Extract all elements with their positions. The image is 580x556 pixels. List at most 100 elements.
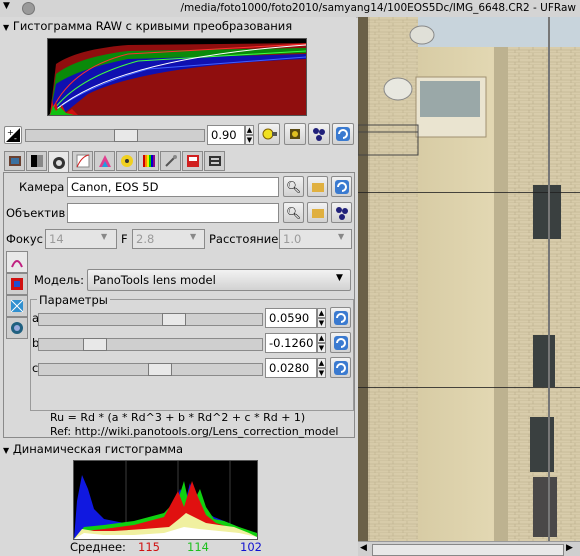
focus-label: Фокус (6, 232, 44, 246)
param-a-spin-down[interactable]: ▼ (317, 318, 326, 328)
tab-save[interactable] (182, 151, 203, 171)
aperture-dropdown-icon[interactable]: ▼ (190, 232, 196, 241)
param-a-reset-button[interactable] (330, 307, 351, 328)
corrections-icon (120, 155, 133, 167)
lens-icon (52, 156, 65, 169)
param-c-slider[interactable] (38, 363, 263, 376)
tab-color-management[interactable] (94, 151, 115, 171)
param-b-field[interactable]: -0.1260 (265, 333, 317, 353)
param-c-spin-down[interactable]: ▼ (317, 368, 326, 378)
window-menu-icon[interactable]: ▼ (3, 1, 10, 11)
spectrum-icon (142, 155, 155, 167)
raw-histogram (47, 38, 307, 116)
auto-exposure-button[interactable] (258, 123, 280, 145)
lens-search-button[interactable]: 🔍︎ (283, 202, 304, 223)
distance-dropdown-icon[interactable]: ▼ (338, 232, 344, 241)
tool-tabs (4, 151, 354, 173)
raw-histogram-expander[interactable]: ▼ Гистограмма RAW с кривыми преобразован… (3, 19, 292, 33)
model-dropdown[interactable]: PanoTools lens model (87, 269, 351, 291)
formula-text: Ru = Rd * (a * Rd^3 + b * Rd^2 + c * Rd … (50, 411, 306, 424)
focus-dropdown-icon[interactable]: ▼ (101, 232, 107, 241)
refresh-icon (336, 127, 350, 141)
left-panel: ▼ Гистограмма RAW с кривыми преобразован… (0, 17, 356, 556)
grayscale-icon (30, 155, 43, 167)
tab-exif[interactable] (204, 151, 225, 171)
lens-list-button[interactable] (307, 202, 328, 223)
vtab-geometry[interactable] (6, 295, 28, 317)
param-b-slider[interactable] (38, 338, 263, 351)
expander-arrow-icon: ▼ (3, 446, 10, 455)
stats-red: 115 (138, 540, 160, 554)
tab-transform[interactable] (160, 151, 181, 171)
magnifier-icon: 🔍︎ (285, 179, 302, 194)
param-c-thumb[interactable] (148, 363, 172, 376)
gears-icon (313, 128, 325, 141)
expander-arrow-icon: ▼ (3, 23, 10, 32)
clip-button[interactable] (284, 123, 306, 145)
scrollbar-thumb[interactable] (372, 544, 564, 556)
param-b-reset-button[interactable] (330, 332, 351, 353)
raw-histogram-curves (49, 43, 307, 116)
param-a-spin-up[interactable]: ▲ (317, 308, 326, 318)
camera-label: Камера (19, 180, 65, 194)
folder-icon (311, 208, 324, 218)
exif-icon (208, 156, 221, 166)
window-circle-icon[interactable] (22, 2, 35, 15)
image-preview[interactable]: ◀ ▶ (358, 17, 580, 556)
exposure-slider[interactable] (25, 129, 205, 142)
live-histogram-expander[interactable]: ▼ Динамическая гистограмма (3, 442, 183, 456)
lens-settings-button[interactable] (331, 202, 352, 223)
exposure-icon: + - (4, 126, 22, 144)
raw-icon (8, 156, 21, 166)
model-value: PanoTools lens model (93, 273, 216, 287)
camera-list-button[interactable] (307, 176, 328, 197)
lens-panel: Камера Canon, EOS 5D 🔍︎ Объектив 🔍︎ Фоку… (3, 172, 355, 438)
exposure-spin-up[interactable]: ▲ (245, 125, 254, 135)
lens-field[interactable] (67, 203, 279, 223)
magnifier-icon: 🔍︎ (285, 205, 302, 220)
lens-cam-icon (11, 322, 23, 334)
tab-curves[interactable] (72, 151, 93, 171)
raw-histogram-title: Гистограмма RAW с кривыми преобразования (12, 19, 293, 33)
camera-reset-button[interactable] (331, 176, 352, 197)
camera-search-button[interactable]: 🔍︎ (283, 176, 304, 197)
svg-text:+: + (7, 128, 14, 137)
exposure-value-field[interactable]: 0.90 (207, 125, 245, 145)
tab-spectrum[interactable] (138, 151, 159, 171)
param-a-field[interactable]: 0.0590 (265, 308, 317, 328)
exposure-settings-button[interactable] (308, 123, 330, 145)
param-a-thumb[interactable] (162, 313, 186, 326)
model-dropdown-icon[interactable]: ▼ (336, 273, 343, 283)
lightbulb-icon (262, 128, 277, 140)
preview-scrollbar[interactable]: ◀ ▶ (358, 541, 580, 556)
tab-raw[interactable] (4, 151, 25, 171)
param-c-field[interactable]: 0.0280 (265, 358, 317, 378)
scroll-right-icon[interactable]: ▶ (566, 543, 573, 553)
scroll-left-icon[interactable]: ◀ (360, 543, 367, 553)
gears-icon (335, 206, 348, 220)
tab-grayscale[interactable] (26, 151, 47, 171)
tab-corrections[interactable] (116, 151, 137, 171)
param-a-slider[interactable] (38, 313, 263, 326)
vignetting-icon (11, 278, 23, 290)
clip-highlights-icon (290, 129, 300, 139)
camera-field[interactable]: Canon, EOS 5D (67, 177, 279, 197)
vtab-distortion[interactable] (6, 251, 28, 273)
tab-lens[interactable] (48, 151, 69, 173)
param-c-reset-button[interactable] (330, 357, 351, 378)
folder-icon (311, 182, 324, 192)
live-histogram-title: Динамическая гистограмма (12, 442, 184, 456)
param-b-thumb[interactable] (83, 338, 107, 351)
vtab-vignetting[interactable] (6, 273, 28, 295)
color-icon (98, 155, 111, 167)
preview-photo (358, 17, 580, 556)
stats-label: Среднее: (70, 540, 126, 554)
param-c-spin-up[interactable]: ▲ (317, 358, 326, 368)
distance-label: Расстояние (209, 232, 279, 246)
param-b-spin-up[interactable]: ▲ (317, 333, 326, 343)
exposure-reset-button[interactable] (332, 123, 354, 145)
vtab-chromatic[interactable] (6, 317, 28, 339)
exposure-spin-down[interactable]: ▼ (245, 135, 254, 145)
exposure-slider-thumb[interactable] (114, 129, 138, 142)
param-b-spin-down[interactable]: ▼ (317, 343, 326, 353)
